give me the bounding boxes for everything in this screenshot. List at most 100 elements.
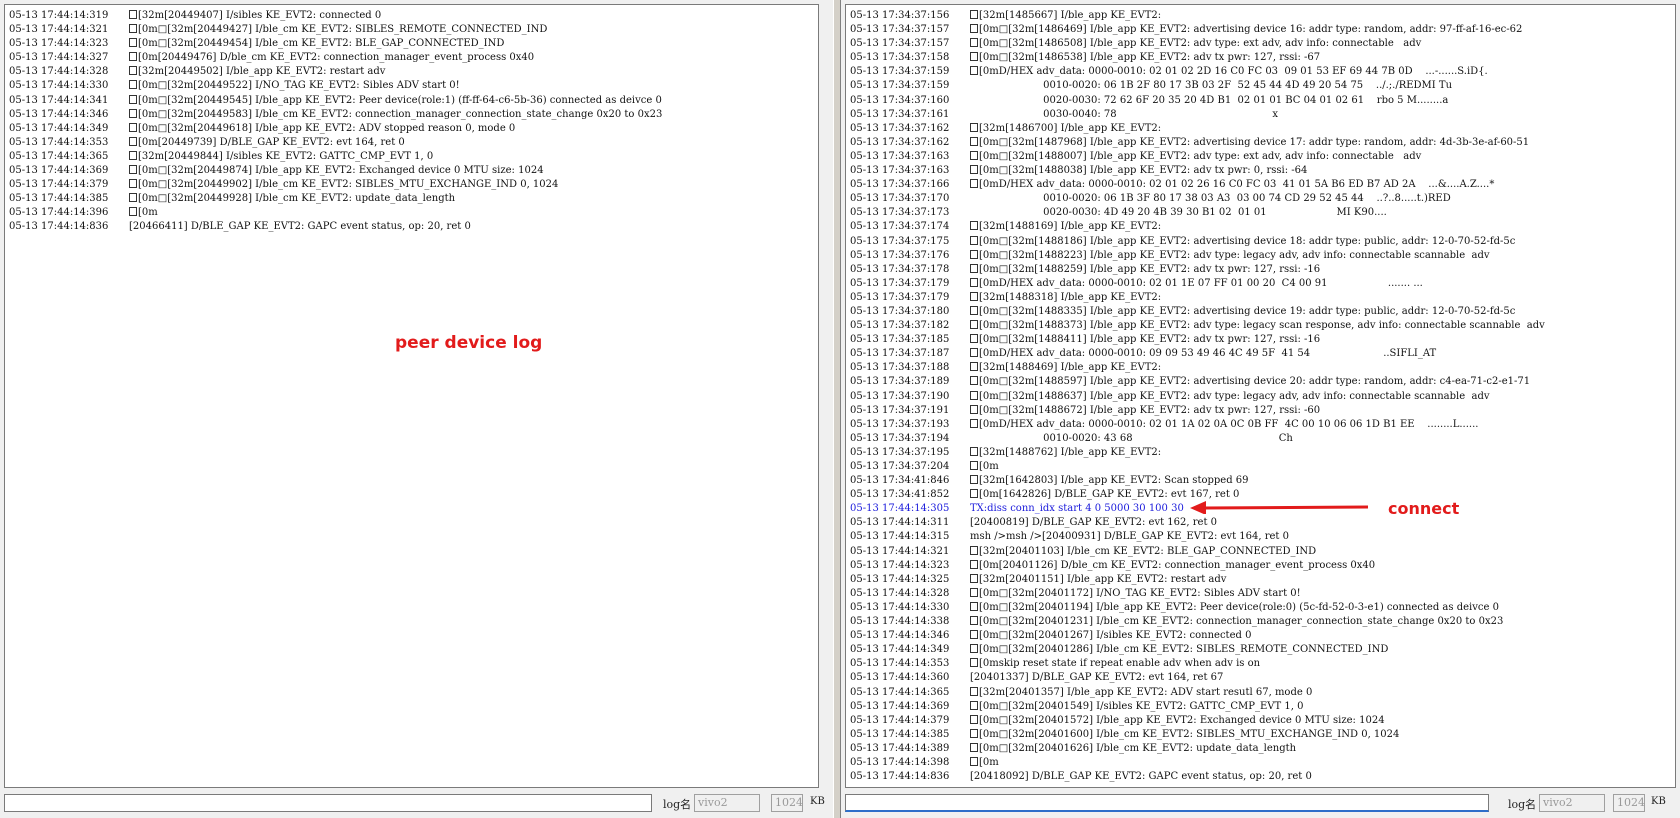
log-timestamp: 05-13 17:44:14:328 (9, 66, 109, 78)
log-timestamp: 05-13 17:44:14:315 (850, 531, 950, 543)
control-char-box-icon (129, 150, 137, 160)
control-char-box-icon (970, 150, 978, 160)
left-size-unit: KB (810, 796, 825, 807)
control-char-box-icon (970, 475, 978, 485)
control-char-box-icon (129, 122, 137, 132)
log-message: [0mskip reset state if repeat enable adv… (979, 658, 1261, 670)
log-message: [0m□[32m[20401194] I/ble_app KE_EVT2: Pe… (979, 601, 1499, 613)
log-timestamp: 05-13 17:34:37:194 (850, 432, 950, 444)
control-char-box-icon (970, 742, 978, 752)
log-timestamp: 05-13 17:44:14:836 (850, 771, 950, 783)
log-message: [0m□[32m[20449427] I/ble_cm KE_EVT2: SIB… (138, 24, 548, 36)
log-line: 05-13 17:44:14:328 [32m[20449502] I/ble_a… (9, 65, 814, 79)
right-log-view[interactable]: 05-13 17:34:37:156 [32m[1485667] I/ble_ap… (845, 4, 1676, 788)
log-line: 05-13 17:44:14:319 [32m[20449407] I/sible… (9, 9, 814, 23)
control-char-box-icon (970, 320, 978, 330)
log-line: 05-13 17:44:14:379 [0m□[32m[20449902] I/b… (9, 178, 814, 192)
right-log-size-field[interactable]: 1024 (1613, 794, 1645, 812)
log-line: 05-13 17:34:37:159 0010-0020: 06 1B 2F 8… (850, 79, 1671, 93)
log-message: [0m□[32m[20449618] I/ble_app KE_EVT2: AD… (138, 122, 516, 134)
log-line: 05-13 17:44:14:365 [32m[20449844] I/sible… (9, 150, 814, 164)
control-char-box-icon (970, 235, 978, 245)
log-message: 0030-0040: 78 x (970, 108, 1279, 120)
log-line: 05-13 17:34:37:159 [0mD/HEX adv_data: 000… (850, 65, 1671, 79)
log-message: [0m□[32m[1488373] I/ble_app KE_EVT2: adv… (979, 320, 1545, 332)
log-line: 05-13 17:34:37:174 [32m[1488169] I/ble_ap… (850, 220, 1671, 234)
log-timestamp: 05-13 17:34:37:157 (850, 24, 950, 36)
log-timestamp: 05-13 17:34:37:187 (850, 348, 950, 360)
log-timestamp: 05-13 17:34:41:846 (850, 475, 950, 487)
log-message: [32m[20449844] I/sibles KE_EVT2: GATTC_C… (138, 150, 434, 162)
log-message: [0m□[32m[20401267] I/sibles KE_EVT2: con… (979, 630, 1252, 642)
right-log-name-field[interactable]: vivo2 (1539, 794, 1605, 812)
log-message: TX:diss conn_idx start 4 0 5000 30 100 3… (970, 503, 1184, 515)
log-timestamp: 05-13 17:44:14:398 (850, 756, 950, 768)
right-log-pane: 05-13 17:34:37:156 [32m[1485667] I/ble_ap… (841, 0, 1680, 818)
log-message: [0mD/HEX adv_data: 0000-0010: 02 01 02 2… (979, 66, 1488, 78)
control-char-box-icon (970, 573, 978, 583)
control-char-box-icon (970, 179, 978, 189)
right-command-input[interactable] (845, 794, 1489, 812)
log-line: 05-13 17:34:37:162 [0m□[32m[1487968] I/bl… (850, 136, 1671, 150)
log-timestamp: 05-13 17:44:14:365 (9, 150, 109, 162)
log-message: [20466411] D/BLE_GAP KE_EVT2: GAPC event… (129, 221, 471, 233)
log-line: 05-13 17:34:37:193 [0mD/HEX adv_data: 000… (850, 418, 1671, 432)
log-timestamp: 05-13 17:44:14:369 (850, 700, 950, 712)
log-message: [0m□[32m[1488335] I/ble_app KE_EVT2: adv… (979, 305, 1516, 317)
log-line: 05-13 17:44:14:369 [0m□[32m[20449874] I/b… (9, 164, 814, 178)
left-vertical-scrollbar[interactable] (819, 4, 829, 788)
log-line: 05-13 17:34:37:187 [0mD/HEX adv_data: 000… (850, 347, 1671, 361)
control-char-box-icon (970, 291, 978, 301)
log-timestamp: 05-13 17:34:37:182 (850, 320, 950, 332)
log-line: 05-13 17:34:37:191 [0m□[32m[1488672] I/bl… (850, 404, 1671, 418)
log-message: [32m[20401151] I/ble_app KE_EVT2: restar… (979, 573, 1227, 585)
log-message: [0m[1642826] D/BLE_GAP KE_EVT2: evt 167,… (979, 489, 1240, 501)
log-line: 05-13 17:34:37:190 [0m□[32m[1488637] I/bl… (850, 390, 1671, 404)
log-message: [0m□[32m[20449454] I/ble_cm KE_EVT2: BLE… (138, 38, 505, 50)
log-line: 05-13 17:34:37:204 [0m (850, 460, 1671, 474)
log-timestamp: 05-13 17:34:37:175 (850, 235, 950, 247)
pane-splitter[interactable] (833, 0, 841, 818)
log-line: 05-13 17:34:37:156 [32m[1485667] I/ble_ap… (850, 9, 1671, 23)
control-char-box-icon (970, 728, 978, 738)
control-char-box-icon (970, 559, 978, 569)
control-char-box-icon (970, 616, 978, 626)
control-char-box-icon (970, 461, 978, 470)
log-line: 05-13 17:44:14:389 [0m□[32m[20401626] I/b… (850, 742, 1671, 756)
log-line: 05-13 17:34:37:178 [0m□[32m[1488259] I/bl… (850, 263, 1671, 277)
log-timestamp: 05-13 17:34:37:160 (850, 94, 950, 106)
control-char-box-icon (970, 334, 978, 344)
log-timestamp: 05-13 17:44:14:396 (9, 207, 109, 219)
log-timestamp: 05-13 17:44:14:330 (850, 601, 950, 613)
control-char-box-icon (129, 193, 137, 203)
log-line: 05-13 17:34:37:179 [32m[1488318] I/ble_ap… (850, 291, 1671, 305)
log-timestamp: 05-13 17:34:37:185 (850, 334, 950, 346)
log-message: [0m□[32m[1488637] I/ble_app KE_EVT2: adv… (979, 390, 1490, 402)
log-message: 0010-0020: 06 1B 3F 80 17 38 03 A3 03 00… (970, 193, 1451, 205)
log-timestamp: 05-13 17:34:37:188 (850, 362, 950, 374)
control-char-box-icon (970, 249, 978, 259)
log-line: 05-13 17:44:14:325 [32m[20401151] I/ble_a… (850, 573, 1671, 587)
control-char-box-icon (970, 418, 978, 428)
log-message: [32m[20449407] I/sibles KE_EVT2: connect… (138, 10, 382, 21)
log-timestamp: 05-13 17:44:14:360 (850, 672, 950, 684)
log-message: [0m□[32m[20401626] I/ble_cm KE_EVT2: upd… (979, 742, 1297, 754)
left-log-view[interactable]: 05-13 17:44:14:319 [32m[20449407] I/sible… (4, 4, 819, 788)
left-log-name-label: log名 (663, 798, 692, 811)
log-message: [0m□[32m[1488259] I/ble_app KE_EVT2: adv… (979, 263, 1321, 275)
log-message: [0m (979, 756, 999, 768)
control-char-box-icon (970, 686, 978, 696)
left-log-name-field[interactable]: vivo2 (694, 794, 760, 812)
log-line: 05-13 17:44:14:369 [0m□[32m[20401549] I/s… (850, 700, 1671, 714)
connect-annotation: connect (1388, 499, 1460, 518)
log-timestamp: 05-13 17:44:14:330 (9, 80, 109, 92)
left-command-input[interactable] (4, 794, 652, 812)
log-timestamp: 05-13 17:34:41:852 (850, 489, 950, 501)
left-log-size-field[interactable]: 1024 (771, 794, 803, 812)
log-line: 05-13 17:44:14:836 [20466411] D/BLE_GAP K… (9, 220, 814, 234)
log-message: [0m□[32m[20449522] I/NO_TAG KE_EVT2: Sib… (138, 80, 460, 92)
log-line: 05-13 17:34:37:157 [0m□[32m[1486469] I/bl… (850, 23, 1671, 37)
log-timestamp: 05-13 17:34:37:163 (850, 150, 950, 162)
log-message: [0m□[32m[1488038] I/ble_app KE_EVT2: adv… (979, 165, 1308, 177)
log-line: 05-13 17:44:14:346 [0m□[32m[20401267] I/s… (850, 629, 1671, 643)
